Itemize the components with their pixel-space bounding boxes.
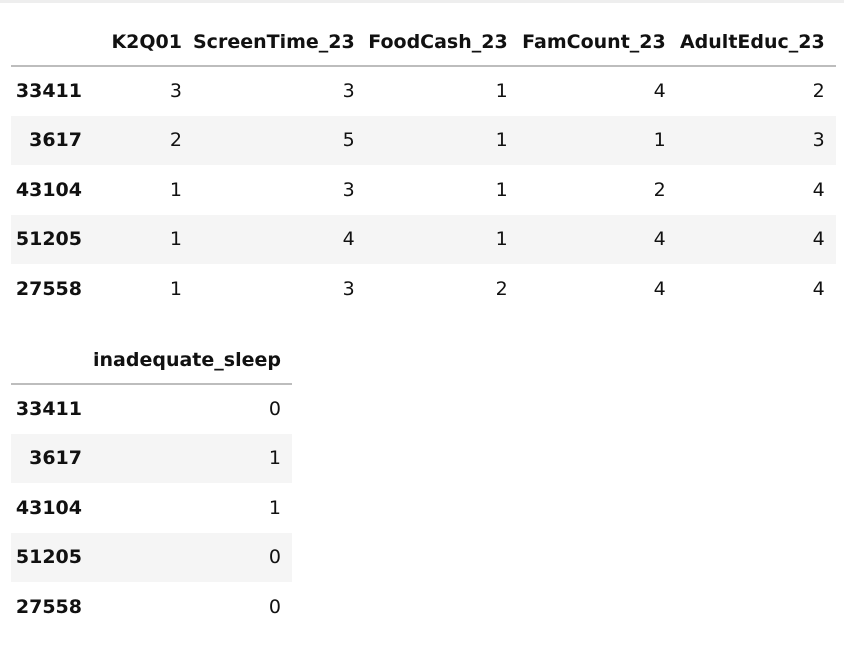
dataframe-table-target: inadequate_sleep 33411 0 3617 1 43104 1 … [11,328,292,632]
table-header-row: inadequate_sleep [11,328,292,385]
table-cell: 1 [495,228,508,251]
table-row: 51205 0 [11,532,292,582]
column-header-k2q01: K2Q01 [93,10,193,67]
table-cell: 4 [653,277,666,300]
table-cell: 1 [169,228,182,251]
index-header [11,10,93,67]
table-cell: 3 [342,277,355,300]
row-index: 27558 [15,595,82,618]
table-cell: 2 [812,80,825,103]
table-cell: 4 [653,228,666,251]
output-top-divider [0,0,844,3]
table-cell: 0 [268,595,281,618]
table-cell: 4 [812,228,825,251]
table-cell: 5 [342,129,355,152]
row-index: 33411 [15,398,82,421]
table-cell: 0 [268,398,281,421]
table-cell: 1 [495,129,508,152]
table-cell: 4 [653,80,666,103]
column-header-inadequate-sleep: inadequate_sleep [93,328,292,385]
table-cell: 4 [812,178,825,201]
table-cell: 3 [812,129,825,152]
table-cell: 3 [342,80,355,103]
column-header-foodcash: FoodCash_23 [365,10,519,67]
table-cell: 1 [653,129,666,152]
column-header-screentime: ScreenTime_23 [193,10,366,67]
table-cell: 1 [495,80,508,103]
row-index: 27558 [15,277,82,300]
table-cell: 2 [495,277,508,300]
table-row: 33411 0 [11,384,292,434]
column-header-adulteduc: AdultEduc_23 [676,10,836,67]
table-row: 43104 1 [11,483,292,533]
table-cell: 3 [342,178,355,201]
row-index: 43104 [15,496,82,519]
table-cell: 0 [268,546,281,569]
row-index: 3617 [29,447,82,470]
row-index: 51205 [15,228,82,251]
table-row: 27558 1 3 2 4 4 [11,264,836,314]
dataframe-table-features: K2Q01 ScreenTime_23 FoodCash_23 FamCount… [11,10,836,314]
table-cell: 1 [268,496,281,519]
table-cell: 1 [495,178,508,201]
column-header-famcount: FamCount_23 [518,10,677,67]
table-row: 33411 3 3 1 4 2 [11,66,836,116]
table-header-row: K2Q01 ScreenTime_23 FoodCash_23 FamCount… [11,10,836,67]
table-row: 51205 1 4 1 4 4 [11,214,836,264]
row-index: 33411 [15,80,82,103]
table-row: 3617 1 [11,433,292,483]
table-cell: 2 [653,178,666,201]
table-row: 43104 1 3 1 2 4 [11,165,836,215]
row-index: 43104 [15,178,82,201]
table-cell: 1 [169,178,182,201]
table-cell: 1 [169,277,182,300]
table-cell: 3 [169,80,182,103]
index-header [11,328,93,385]
table-cell: 2 [169,129,182,152]
table-cell: 1 [268,447,281,470]
table-cell: 4 [812,277,825,300]
table-cell: 4 [342,228,355,251]
table-row: 27558 0 [11,582,292,632]
row-index: 3617 [29,129,82,152]
row-index: 51205 [15,546,82,569]
table-row: 3617 2 5 1 1 3 [11,115,836,165]
